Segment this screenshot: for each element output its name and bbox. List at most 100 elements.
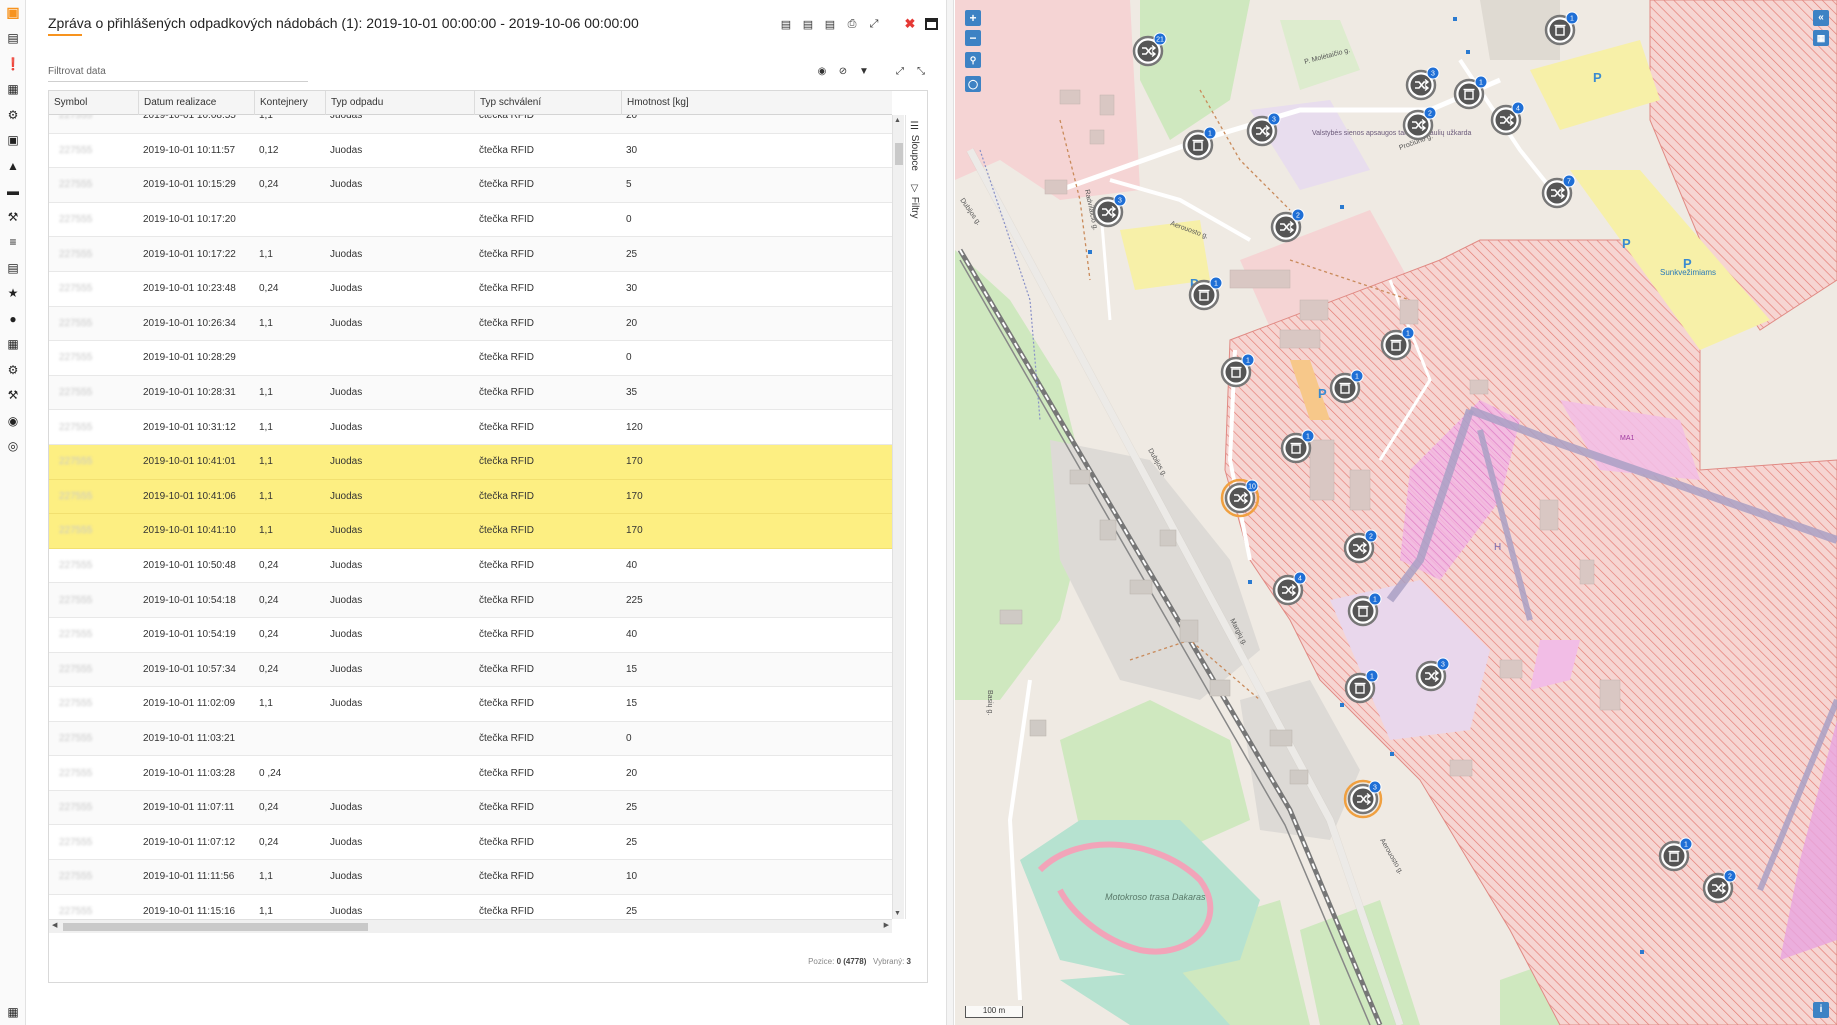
tab-filters[interactable]: ▽ Filtry: [909, 183, 920, 218]
table-row[interactable]: 227555 2019-10-01 11:15:16 1,1 Juodas čtečka…: [49, 894, 892, 919]
report-icon[interactable]: ▦: [0, 1000, 26, 1025]
cell-approval: čtečka RFID: [479, 525, 535, 537]
horizontal-scrollbar[interactable]: ◀ ▶: [49, 919, 892, 933]
col-header-approval[interactable]: Typ schválení: [475, 91, 622, 115]
info-icon[interactable]: ❗: [0, 51, 26, 77]
map-view[interactable]: P. Molėtaičio g. Pročiūno g. Radvilaičio…: [955, 0, 1837, 1025]
scroll-right-icon[interactable]: ▶: [884, 921, 889, 929]
layers-switcher-icon[interactable]: ▦: [1813, 30, 1829, 46]
col-header-weight[interactable]: Hmotnost [kg]: [622, 91, 892, 115]
close-icon[interactable]: ✖: [903, 16, 917, 32]
scroll-down-icon[interactable]: ▼: [894, 910, 901, 917]
table-row[interactable]: 227555 2019-10-01 11:03:21 čtečka RFID 0: [49, 721, 892, 757]
cell-date: 2019-10-01 10:41:10: [143, 525, 236, 537]
print-icon[interactable]: ⎙: [845, 16, 859, 32]
hide-icon[interactable]: ⊘: [836, 63, 850, 79]
app-logo-icon[interactable]: ▣: [0, 0, 26, 26]
cluster-marker[interactable]: 10: [1220, 478, 1260, 518]
table-row[interactable]: 227555 2019-10-01 10:41:10 1,1 Juodas čtečka…: [49, 514, 892, 549]
marker-count-badge: 1: [1214, 281, 1218, 288]
cell-date: 2019-10-01 10:57:34: [143, 663, 236, 675]
table-row[interactable]: 227555 2019-10-01 10:50:48 0,24 Juodas čtečk…: [49, 548, 892, 584]
export-xls-icon[interactable]: ▤: [801, 16, 815, 32]
expand-icon[interactable]: ⤡: [914, 63, 928, 79]
briefcase-icon[interactable]: ▣: [0, 128, 26, 154]
col-header-symbol[interactable]: Symbol: [49, 91, 139, 115]
panel-splitter[interactable]: [946, 0, 954, 1025]
collapse-icon[interactable]: ⤢: [893, 63, 907, 79]
cell-approval: čtečka RFID: [479, 871, 535, 883]
horizontal-scroll-thumb[interactable]: [63, 923, 368, 931]
col-header-containers[interactable]: Kontejnery: [255, 91, 326, 115]
scroll-up-icon[interactable]: ▲: [894, 117, 901, 124]
user-icon[interactable]: ◉: [0, 408, 26, 434]
collapse-panel-icon[interactable]: «: [1813, 10, 1829, 26]
zoom-in-button[interactable]: +: [965, 10, 981, 26]
table-row[interactable]: 227555 2019-10-01 10:31:12 1,1 Juodas čtečka…: [49, 410, 892, 445]
sliders-icon[interactable]: ≡: [0, 230, 26, 256]
star-icon[interactable]: ★: [0, 281, 26, 307]
table-row[interactable]: 227555 2019-10-01 11:07:11 0,24 Juodas čtečk…: [49, 790, 892, 826]
cell-symbol: 227555: [59, 317, 93, 329]
id-card-icon[interactable]: ▤: [0, 255, 26, 281]
search-icon[interactable]: ⚲: [965, 52, 981, 68]
cell-weight: 170: [626, 456, 643, 468]
cell-approval: čtečka RFID: [479, 698, 535, 710]
tools-icon[interactable]: ⚒: [0, 383, 26, 409]
scroll-left-icon[interactable]: ◀: [52, 921, 57, 929]
table-row[interactable]: 227555 2019-10-01 10:23:48 0,24 Juodas čtečk…: [49, 271, 892, 307]
cell-weight: 40: [626, 560, 638, 572]
chat-icon[interactable]: ●: [0, 306, 26, 332]
col-header-date[interactable]: Datum realizace: [139, 91, 255, 115]
cell-symbol: 227555: [59, 560, 93, 572]
locate-icon[interactable]: ◯: [965, 76, 981, 92]
archive-icon[interactable]: ▬: [0, 179, 26, 205]
vehicles-icon[interactable]: ⚙: [0, 102, 26, 128]
table-row[interactable]: 227555 2019-10-01 10:57:34 0,24 Juodas čtečk…: [49, 652, 892, 688]
map-info-icon[interactable]: i: [1813, 1002, 1829, 1018]
table-row[interactable]: 227555 2019-10-01 10:54:18 0,24 Juodas čtečk…: [49, 583, 892, 618]
show-icon[interactable]: ◉: [815, 63, 829, 79]
table-row[interactable]: 227555 2019-10-01 10:11:57 0,12 Juodas čtečk…: [49, 133, 892, 169]
marker-count-badge: 21: [1156, 37, 1164, 44]
fullscreen-icon[interactable]: ⤢: [867, 16, 881, 32]
col-header-waste[interactable]: Typ odpadu: [326, 91, 475, 115]
filter-input[interactable]: [48, 62, 308, 82]
export-csv-icon[interactable]: ▤: [779, 16, 793, 32]
cell-date: 2019-10-01 10:50:48: [143, 560, 236, 572]
cell-date: 2019-10-01 10:54:18: [143, 594, 236, 606]
table-row[interactable]: 227555 2019-10-01 10:15:29 0,24 Juodas čtečk…: [49, 168, 892, 203]
table-row[interactable]: 227555 2019-10-01 10:41:01 1,1 Juodas čtečka…: [49, 444, 892, 480]
table-row[interactable]: 227555 2019-10-01 10:17:22 1,1 Juodas čtečka…: [49, 237, 892, 272]
maximize-icon[interactable]: [925, 18, 938, 30]
vertical-scroll-thumb[interactable]: [895, 143, 903, 165]
cell-approval: čtečka RFID: [479, 836, 535, 848]
document-icon[interactable]: ▦: [0, 77, 26, 103]
table-row[interactable]: 227555 2019-10-01 10:28:29 čtečka RFID 0: [49, 341, 892, 376]
table-row[interactable]: 227555 2019-10-01 11:03:28 0 ,24 čtečka RFI…: [49, 756, 892, 791]
filter-icon[interactable]: ▼: [857, 63, 871, 79]
cell-containers: 0,24: [259, 283, 279, 295]
trash-icon[interactable]: ▲: [0, 153, 26, 179]
table-row[interactable]: 227555 2019-10-01 11:02:09 1,1 Juodas čtečka…: [49, 687, 892, 722]
table-row[interactable]: 227555 2019-10-01 10:26:34 1,1 Juodas čtečka…: [49, 306, 892, 342]
vertical-scrollbar[interactable]: ▲ ▼: [892, 115, 904, 919]
cell-symbol: 227555: [59, 144, 93, 156]
table-row[interactable]: 227555 2019-10-01 10:17:20 čtečka RFID 0: [49, 202, 892, 238]
settings-icon[interactable]: ⚙: [0, 357, 26, 383]
layers-icon[interactable]: ▤: [0, 26, 26, 52]
calendar-icon[interactable]: ▦: [0, 332, 26, 358]
table-row[interactable]: 227555 2019-10-01 10:28:31 1,1 Juodas čtečka…: [49, 375, 892, 411]
selected-label: Vybraný:: [873, 957, 905, 966]
zoom-out-button[interactable]: −: [965, 30, 981, 46]
cluster-marker[interactable]: 3: [1343, 779, 1383, 819]
table-row[interactable]: 227555 2019-10-01 11:07:12 0,24 Juodas čtečk…: [49, 825, 892, 861]
table-row[interactable]: 227555 2019-10-01 10:08:55 1,1 Juodas čtečka…: [49, 115, 892, 134]
tab-columns[interactable]: ☰ Sloupce: [909, 121, 920, 171]
table-row[interactable]: 227555 2019-10-01 11:11:56 1,1 Juodas čtečka…: [49, 860, 892, 895]
export-pdf-icon[interactable]: ▤: [823, 16, 837, 32]
table-row[interactable]: 227555 2019-10-01 10:41:06 1,1 Juodas čtečka…: [49, 479, 892, 515]
globe-icon[interactable]: ◎: [0, 434, 26, 460]
table-row[interactable]: 227555 2019-10-01 10:54:19 0,24 Juodas čtečk…: [49, 617, 892, 653]
hammer-icon[interactable]: ⚒: [0, 204, 26, 230]
